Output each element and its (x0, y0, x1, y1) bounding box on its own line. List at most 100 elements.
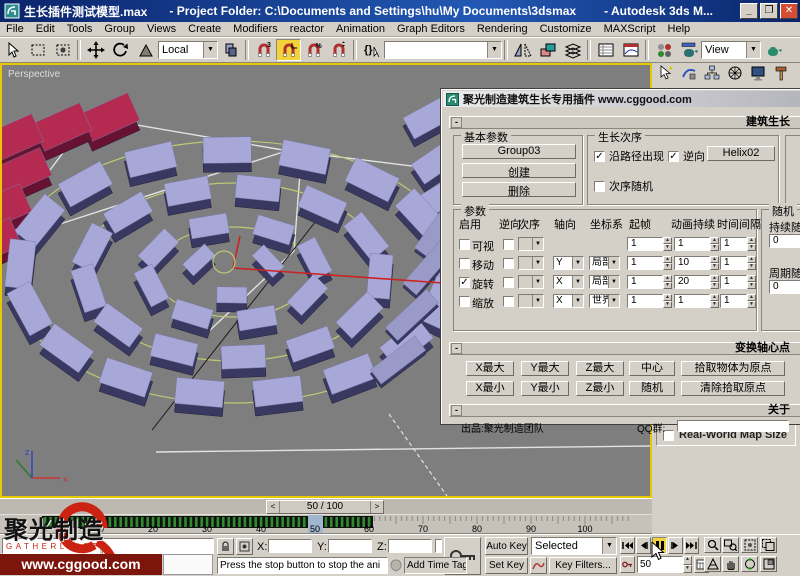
menu-item-rendering[interactable]: Rendering (471, 23, 534, 35)
path-object-button[interactable]: Helix02 (707, 146, 775, 161)
zoom-extents-button[interactable] (741, 537, 758, 553)
menu-item-graph-editors[interactable]: Graph Editors (391, 23, 471, 35)
param-axis-dropdown-3[interactable]: X▼ (553, 294, 584, 308)
param-enable-checkbox-1[interactable] (459, 258, 470, 269)
param-duration-spinner-0[interactable]: 1▲▼ (674, 237, 719, 251)
key-filters-button[interactable]: Key Filters... (549, 557, 617, 574)
param-coord-dropdown-3[interactable]: 世界▼ (589, 294, 620, 308)
rollout-building-growth[interactable]: - 建筑生长 (449, 116, 800, 129)
param-axis-dropdown-2[interactable]: X▼ (553, 275, 584, 289)
zoom-button[interactable] (704, 537, 721, 553)
chevron-down-icon[interactable]: ▼ (608, 257, 619, 269)
mirror-icon[interactable] (510, 39, 535, 61)
rollout-about[interactable]: - 关于 (449, 404, 800, 417)
collapse-icon[interactable]: - (451, 343, 462, 354)
param-order-dropdown-0[interactable]: ▼ (518, 237, 544, 251)
param-order-dropdown-1[interactable]: ▼ (518, 256, 544, 270)
pivot-button-0-4[interactable]: 拾取物体为原点 (681, 361, 785, 376)
restore-button[interactable]: ❐ (760, 3, 778, 19)
reference-coordinate-dropdown[interactable]: Local ▼ (158, 41, 218, 59)
named-selection-dropdown[interactable]: ▼ (384, 41, 502, 59)
duration-random-field[interactable]: 0 (769, 234, 800, 248)
menu-item-edit[interactable]: Edit (30, 23, 61, 35)
param-start-spinner-0[interactable]: 1▲▼ (627, 237, 672, 251)
param-enable-checkbox-2[interactable]: ✓ (459, 277, 470, 288)
move-icon[interactable] (83, 39, 108, 61)
random-order-checkbox[interactable] (594, 181, 605, 192)
pivot-button-0-0[interactable]: X最大 (466, 361, 514, 376)
param-start-spinner-3[interactable]: 1▲▼ (627, 294, 672, 308)
param-duration-spinner-3[interactable]: 1▲▼ (674, 294, 719, 308)
pivot-button-0-2[interactable]: Z最大 (576, 361, 624, 376)
pivot-button-1-4[interactable]: 清除拾取原点 (681, 381, 785, 396)
curve-out-of-range-icon[interactable] (530, 557, 547, 574)
chevron-down-icon[interactable]: ▼ (572, 295, 583, 307)
collapse-icon[interactable]: - (451, 117, 462, 128)
angle-snap-icon[interactable] (276, 39, 301, 61)
pivot-button-0-1[interactable]: Y最大 (521, 361, 569, 376)
snap-toggle-3d-icon[interactable]: 3 (251, 39, 276, 61)
select-object-icon[interactable] (0, 39, 25, 61)
along-path-checkbox[interactable]: ✓ (594, 151, 605, 162)
param-reverse-checkbox-2[interactable] (503, 277, 514, 288)
selection-lock-button[interactable] (217, 538, 234, 555)
goto-end-button[interactable] (684, 537, 699, 554)
menu-item-reactor[interactable]: reactor (284, 23, 330, 35)
param-reverse-checkbox-3[interactable] (503, 296, 514, 307)
quick-render-icon[interactable] (761, 39, 786, 61)
layer-manager-icon[interactable] (593, 39, 618, 61)
collapse-icon[interactable]: - (451, 405, 462, 416)
rotate-icon[interactable] (108, 39, 133, 61)
auto-key-button[interactable]: Auto Key (485, 537, 528, 555)
param-interval-spinner-2[interactable]: 1▲▼ (720, 275, 756, 289)
x-field[interactable] (268, 539, 312, 553)
chevron-down-icon[interactable]: ▼ (746, 42, 760, 58)
layers-icon[interactable] (560, 39, 585, 61)
render-setup-icon[interactable] (676, 39, 701, 61)
param-coord-dropdown-2[interactable]: 局部▼ (589, 275, 620, 289)
curve-editor-icon[interactable] (618, 39, 643, 61)
pivot-button-1-2[interactable]: Z最小 (576, 381, 624, 396)
pivot-button-1-0[interactable]: X最小 (466, 381, 514, 396)
selection-filter-icon[interactable] (50, 39, 75, 61)
absolute-mode-button[interactable] (236, 538, 253, 555)
menu-item-group[interactable]: Group (98, 23, 141, 35)
param-interval-spinner-1[interactable]: 1▲▼ (720, 256, 756, 270)
render-type-dropdown[interactable]: View ▼ (701, 41, 761, 59)
add-time-tag[interactable]: Add Time Tag (404, 557, 467, 574)
tab-motion-icon[interactable] (723, 63, 746, 83)
param-axis-dropdown-1[interactable]: Y▼ (553, 256, 584, 270)
frame-spinner[interactable]: ▲▼ (683, 556, 692, 573)
align-icon[interactable] (535, 39, 560, 61)
minimize-button[interactable]: _ (740, 3, 758, 19)
field-of-view-button[interactable] (704, 556, 721, 572)
tab-modify-icon[interactable] (677, 63, 700, 83)
key-filter-scope-dropdown[interactable]: Selected ▼ (531, 537, 617, 555)
param-duration-spinner-1[interactable]: 10▲▼ (674, 256, 719, 270)
zoom-extents-all-button[interactable] (760, 537, 777, 553)
param-interval-spinner-3[interactable]: 1▲▼ (720, 294, 756, 308)
set-key-button[interactable]: Set Key (485, 557, 528, 574)
param-enable-checkbox-3[interactable] (459, 296, 470, 307)
key-mode-toggle-button[interactable] (620, 556, 635, 573)
param-interval-spinner-0[interactable]: 1▲▼ (720, 237, 756, 251)
chevron-down-icon[interactable]: ▼ (532, 295, 543, 307)
period-random-field[interactable]: 0 (769, 280, 800, 294)
pivot-button-0-3[interactable]: 中心 (629, 361, 675, 376)
param-start-spinner-2[interactable]: 1▲▼ (627, 275, 672, 289)
param-order-dropdown-2[interactable]: ▼ (518, 275, 544, 289)
time-slider-handle[interactable]: < 50 / 100 > (266, 500, 384, 514)
tab-hierarchy-icon[interactable] (700, 63, 723, 83)
create-button[interactable]: 创建 (462, 163, 576, 178)
param-reverse-checkbox-0[interactable] (503, 239, 514, 250)
y-field[interactable] (328, 539, 372, 553)
rectangular-selection-icon[interactable] (25, 39, 50, 61)
chevron-down-icon[interactable]: ▼ (572, 257, 583, 269)
close-button[interactable]: ✕ (780, 3, 798, 19)
menu-item-help[interactable]: Help (662, 23, 697, 35)
chevron-down-icon[interactable]: ▼ (608, 276, 619, 288)
param-order-dropdown-3[interactable]: ▼ (518, 294, 544, 308)
menu-item-file[interactable]: File (0, 23, 30, 35)
scale-icon[interactable] (133, 39, 158, 61)
menu-item-views[interactable]: Views (141, 23, 182, 35)
